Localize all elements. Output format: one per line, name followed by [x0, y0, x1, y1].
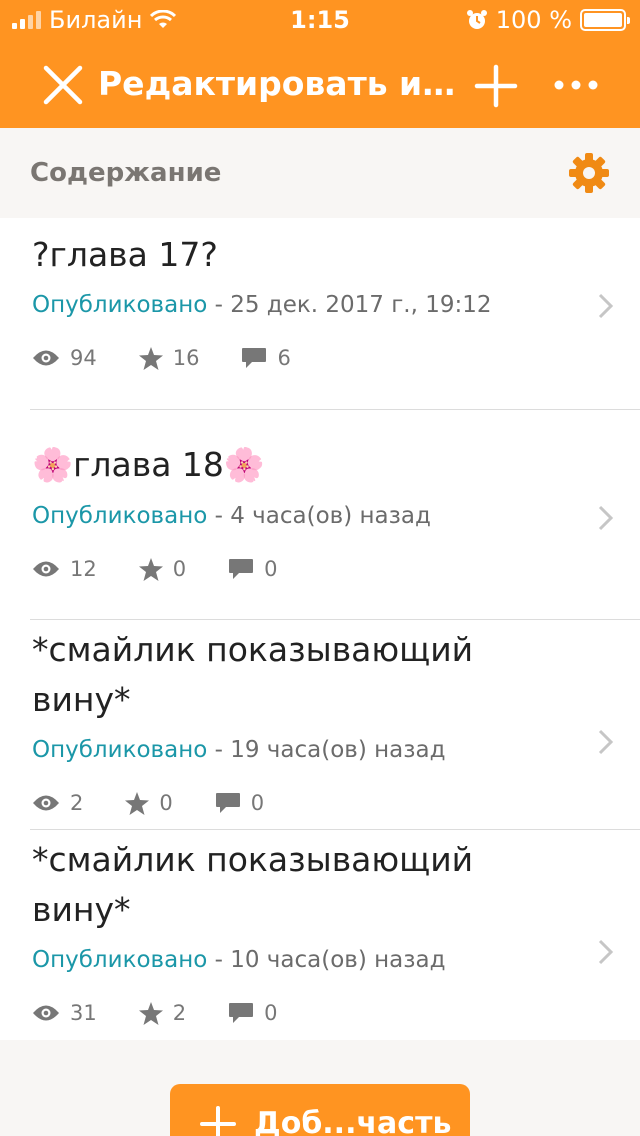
- contents-header: Содержание: [0, 128, 640, 218]
- comment-icon: [242, 348, 267, 368]
- votes-count: 0: [172, 557, 187, 581]
- comments-stat: 0: [228, 1001, 277, 1025]
- eye-icon: [33, 1005, 59, 1021]
- views-stat: 12: [32, 557, 97, 581]
- status-right: 100 %: [466, 6, 630, 34]
- star-icon: [138, 557, 163, 581]
- views-stat: 2: [32, 791, 83, 815]
- chapter-stats: 31 2 0: [32, 998, 319, 1028]
- comment-icon: [229, 1003, 254, 1023]
- status-bar: Билайн 1:15 100 %: [0, 0, 640, 42]
- chapter-meta: Опубликовано - 19 часа(ов) назад: [32, 737, 445, 763]
- comment-icon: [229, 559, 254, 579]
- publish-status: Опубликовано: [32, 503, 208, 529]
- chevron-right-icon: [598, 729, 614, 755]
- publish-date: - 4 часа(ов) назад: [207, 503, 431, 529]
- chevron-right-icon: [598, 293, 614, 319]
- chapter-title: *смайлик показывающий вину*: [32, 630, 474, 719]
- views-count: 31: [70, 1001, 97, 1025]
- battery-icon: [580, 9, 630, 31]
- chapter-item[interactable]: ?глава 17? Опубликовано - 25 дек. 2017 г…: [0, 218, 640, 410]
- battery-percent: 100 %: [495, 6, 572, 34]
- votes-count: 0: [159, 791, 173, 815]
- star-icon: [125, 791, 150, 815]
- chapter-title: *смайлик показывающий вину*: [32, 840, 474, 929]
- chapter-list: ?глава 17? Опубликовано - 25 дек. 2017 г…: [0, 218, 640, 1040]
- comments-count: 0: [264, 1001, 278, 1025]
- chapter-item[interactable]: 🌸глава 18🌸 Опубликовано - 4 часа(ов) наз…: [0, 410, 640, 620]
- publish-status: Опубликовано: [32, 947, 208, 973]
- add-icon[interactable]: [474, 64, 518, 108]
- votes-count: 16: [172, 346, 200, 370]
- publish-date: - 25 дек. 2017 г., 19:12: [207, 292, 492, 318]
- chapter-meta: Опубликовано - 10 часа(ов) назад: [32, 947, 445, 973]
- comment-icon: [215, 793, 240, 813]
- settings-gear-icon[interactable]: [568, 152, 610, 194]
- plus-icon: [200, 1106, 236, 1136]
- chapter-meta: Опубликовано - 4 часа(ов) назад: [32, 503, 431, 529]
- comments-stat: 0: [228, 557, 277, 581]
- votes-stat: 0: [125, 791, 173, 815]
- comments-count: 0: [264, 557, 278, 581]
- more-options-icon[interactable]: [554, 80, 598, 90]
- comments-stat: 6: [241, 346, 291, 370]
- add-part-button[interactable]: Доб...часть: [170, 1084, 470, 1136]
- eye-icon: [33, 795, 59, 811]
- views-count: 2: [70, 791, 84, 815]
- page-title: Редактировать ис...: [98, 64, 468, 103]
- close-icon[interactable]: [40, 62, 86, 108]
- views-count: 12: [70, 557, 97, 581]
- chapter-meta: Опубликовано - 25 дек. 2017 г., 19:12: [32, 292, 492, 318]
- alarm-icon: [466, 10, 487, 29]
- comments-count: 0: [250, 791, 265, 815]
- votes-stat: 0: [138, 557, 187, 581]
- comments-count: 6: [277, 346, 291, 370]
- chapter-title: 🌸глава 18🌸: [32, 445, 265, 484]
- publish-status: Опубликовано: [32, 737, 208, 763]
- publish-status: Опубликовано: [32, 292, 208, 318]
- chapter-stats: 94 16 6: [32, 343, 333, 373]
- votes-stat: 2: [138, 1001, 187, 1025]
- star-icon: [138, 1001, 163, 1025]
- views-stat: 94: [32, 346, 97, 370]
- chevron-right-icon: [598, 505, 614, 531]
- views-stat: 31: [32, 1001, 97, 1025]
- eye-icon: [33, 350, 59, 366]
- add-part-label: Доб...часть: [254, 1106, 452, 1136]
- chapter-stats: 12 0 0: [32, 554, 319, 584]
- chapter-stats: 2 0 0: [32, 788, 306, 818]
- contents-label: Содержание: [30, 158, 222, 188]
- publish-date: - 10 часа(ов) назад: [207, 947, 446, 973]
- chevron-right-icon: [598, 939, 614, 965]
- votes-stat: 16: [138, 346, 200, 370]
- chapter-item[interactable]: *смайлик показывающий вину* Опубликовано…: [0, 830, 640, 1040]
- star-icon: [138, 346, 163, 370]
- chapter-item[interactable]: *смайлик показывающий вину* Опубликовано…: [0, 620, 640, 830]
- comments-stat: 0: [215, 791, 264, 815]
- eye-icon: [33, 561, 59, 577]
- app-header: Билайн 1:15 100 % Редактировать ис...: [0, 0, 640, 128]
- nav-bar: Редактировать ис...: [0, 42, 640, 128]
- views-count: 94: [70, 346, 97, 370]
- chapter-title: ?глава 17?: [32, 235, 218, 274]
- publish-date: - 19 часа(ов) назад: [207, 737, 446, 763]
- votes-count: 2: [172, 1001, 187, 1025]
